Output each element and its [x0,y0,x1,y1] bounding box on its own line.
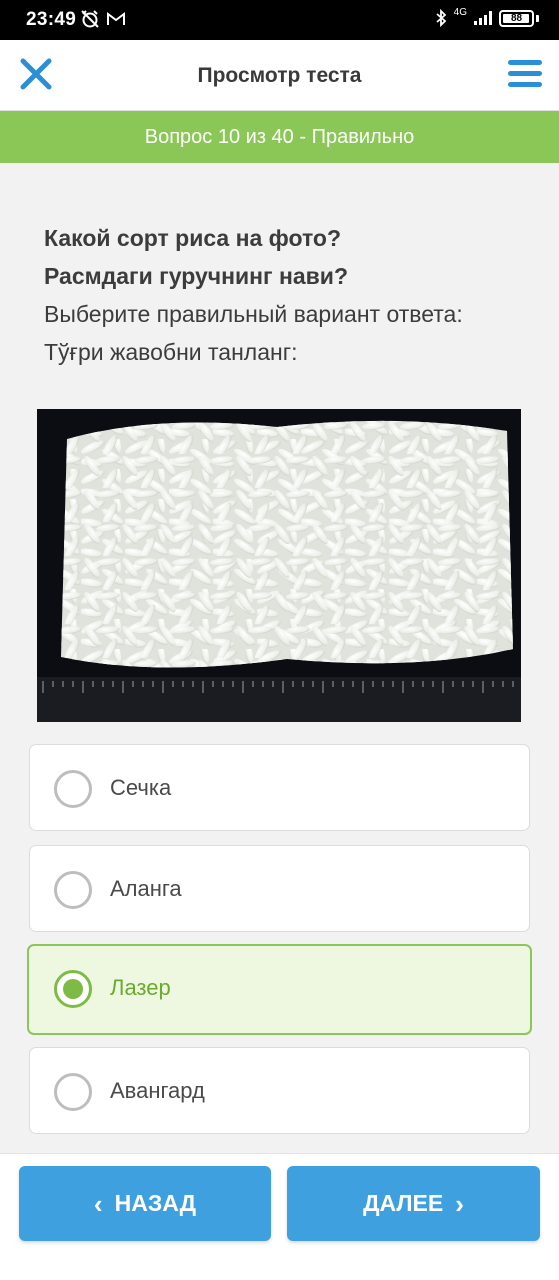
back-button[interactable]: ‹ НАЗАД [19,1166,271,1241]
question-line-ru: Какой сорт риса на фото? [44,225,342,251]
answer-option-label: Авангард [110,1078,205,1103]
hamburger-menu-icon [508,60,542,87]
answer-option-4[interactable]: Авангард [29,1047,530,1134]
gmail-icon [107,12,125,25]
app-bar: Просмотр теста [0,40,559,111]
question-text: Какой сорт риса на фото? Расмдаги гуручн… [44,219,524,371]
next-button[interactable]: ДАЛЕЕ › [287,1166,540,1241]
menu-button[interactable] [507,57,543,91]
answer-option-2[interactable]: Аланга [29,845,530,932]
instruction-line-ru: Выберите правильный вариант ответа: [44,301,463,327]
answer-option-3-selected[interactable]: Лазер [27,944,532,1035]
status-bar: 23:49 4G 88 [0,0,559,40]
answer-option-1[interactable]: Сечка [29,744,530,831]
battery-icon: 88 [499,9,534,27]
question-content: Какой сорт риса на фото? Расмдаги гуручн… [0,163,559,1153]
status-time: 23:49 [26,9,77,30]
question-status-banner: Вопрос 10 из 40 - Правильно [0,111,559,163]
page-title: Просмотр теста [197,64,362,87]
footer-nav: ‹ НАЗАД ДАЛЕЕ › [0,1153,559,1280]
back-button-label: НАЗАД [114,1190,197,1216]
alarm-off-icon [81,10,99,28]
instruction-line-uz: Тўғри жавобни танланг: [44,339,298,365]
rice-grains-image [37,409,521,722]
signal-icon [474,11,492,25]
answer-option-label: Аланга [110,876,182,901]
ruler [37,677,521,722]
battery-level: 88 [510,12,523,24]
radio-button-icon[interactable] [54,770,92,808]
radio-button-icon[interactable] [54,1073,92,1111]
bluetooth-icon [436,9,446,27]
chevron-right-icon: › [455,1188,464,1219]
rice-photo [37,409,521,722]
answer-option-label: Сечка [110,775,172,800]
question-line-uz: Расмдаги гуручнинг нави? [44,263,348,289]
chevron-left-icon: ‹ [93,1188,103,1219]
radio-button-checked-icon[interactable] [54,970,92,1008]
network-type: 4G [453,7,467,18]
next-button-label: ДАЛЕЕ [363,1190,444,1216]
radio-button-icon[interactable] [54,871,92,909]
answer-option-label: Лазер [110,975,171,1000]
